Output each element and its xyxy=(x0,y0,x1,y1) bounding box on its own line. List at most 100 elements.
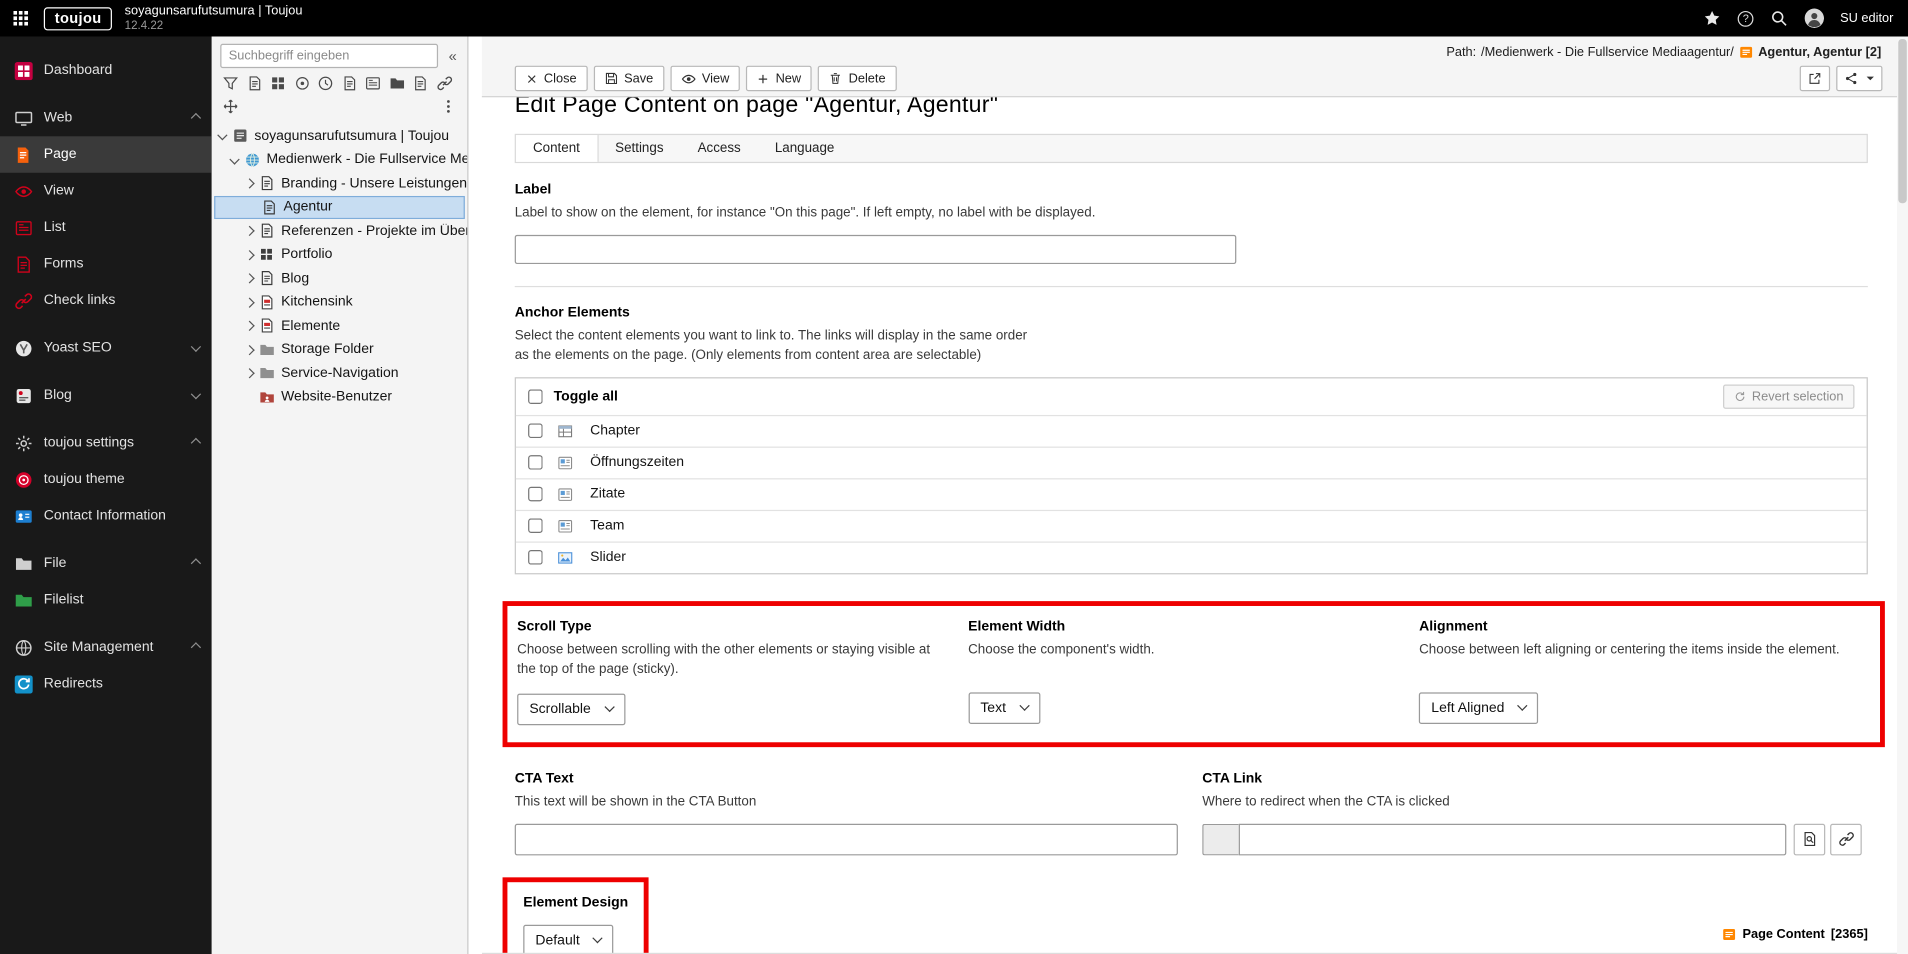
tree-node-kitchensink[interactable]: Kitchensink xyxy=(212,290,468,314)
record-browser-button[interactable] xyxy=(1793,823,1826,855)
tree-node-blog[interactable]: Blog xyxy=(212,266,468,290)
anchor-row[interactable]: Chapter xyxy=(515,414,1867,447)
revert-selection-button[interactable]: Revert selection xyxy=(1722,384,1855,409)
sidebar-item-filelist[interactable]: Filelist xyxy=(0,582,212,619)
sidebar-item-contact-information[interactable]: Contact Information xyxy=(0,498,212,535)
tab-language[interactable]: Language xyxy=(758,135,852,162)
anchor-row[interactable]: Slider xyxy=(515,541,1867,573)
tree-node-medienwerk[interactable]: Medienwerk - Die Fullservice Mediaagentu… xyxy=(212,148,467,172)
sidebar-item-file[interactable]: File xyxy=(0,545,212,582)
chevron-down-icon xyxy=(1019,700,1030,712)
tree-node-portfolio[interactable]: Portfolio xyxy=(212,243,468,267)
tree-node-branding[interactable]: Branding - Unsere Leistungen xyxy=(212,172,468,196)
expand-icon[interactable] xyxy=(243,226,255,236)
tab-settings[interactable]: Settings xyxy=(598,135,680,162)
sidebar-item-forms[interactable]: Forms xyxy=(0,246,212,283)
bookmark-star-icon[interactable] xyxy=(1703,9,1722,28)
open-in-new-window-button[interactable] xyxy=(1799,65,1831,92)
tab-content[interactable]: Content xyxy=(515,135,599,162)
sidebar-item-blog[interactable]: Blog xyxy=(0,377,212,414)
sidebar-item-check-links[interactable]: Check links xyxy=(0,282,212,319)
panel-splitter[interactable] xyxy=(468,36,482,954)
anchor-row-checkbox[interactable] xyxy=(528,518,543,534)
sidebar-item-toujou-theme[interactable]: toujou theme xyxy=(0,461,212,498)
sidebar-item-web[interactable]: Web xyxy=(0,100,212,137)
alignment-select[interactable]: Left Aligned xyxy=(1419,692,1539,724)
expand-icon[interactable] xyxy=(217,130,229,140)
tree-node-storage-folder[interactable]: Storage Folder xyxy=(212,338,468,362)
sidebar-item-yoast-seo[interactable]: Yoast SEO xyxy=(0,330,212,367)
delete-button[interactable]: Delete xyxy=(818,65,897,92)
expand-icon[interactable] xyxy=(243,249,255,260)
sidebar-item-site-management[interactable]: Site Management xyxy=(0,629,212,666)
vertical-scrollbar[interactable] xyxy=(1897,36,1908,954)
module-menu-toggle-button[interactable] xyxy=(0,0,41,37)
anchor-row[interactable]: Öffnungszeiten xyxy=(515,446,1867,478)
new-page-icon[interactable] xyxy=(246,75,262,91)
new-button[interactable]: New xyxy=(746,65,813,92)
doc-header: Path: /Medienwerk - Die Fullservice Medi… xyxy=(481,36,1908,98)
note-icon[interactable] xyxy=(413,75,429,91)
chevron-down-icon xyxy=(190,388,202,399)
grid-icon[interactable] xyxy=(270,75,286,91)
share-button[interactable] xyxy=(1836,65,1883,92)
expand-icon[interactable] xyxy=(243,178,255,189)
sidebar-item-redirects[interactable]: Redirects xyxy=(0,666,212,703)
clock-icon[interactable] xyxy=(318,75,334,91)
toggle-all-checkbox[interactable] xyxy=(528,389,543,404)
drag-handle-icon[interactable] xyxy=(223,99,239,115)
tree-search-input[interactable] xyxy=(220,43,439,69)
sidebar-item-page[interactable]: Page xyxy=(0,136,212,173)
tree-node-service-navigation[interactable]: Service-Navigation xyxy=(212,361,468,385)
funnel-icon[interactable] xyxy=(223,75,239,91)
field-scroll-type: Scroll Type Choose between scrolling wit… xyxy=(517,619,968,725)
anchor-row-checkbox[interactable] xyxy=(528,487,543,502)
tree-node-elemente[interactable]: Elemente xyxy=(212,314,468,338)
tree-toolbar xyxy=(212,73,468,96)
sidebar-item-toujou-settings[interactable]: toujou settings xyxy=(0,425,212,462)
scrollbar-thumb[interactable] xyxy=(1898,38,1907,204)
link-browser-button[interactable] xyxy=(1830,823,1862,855)
avatar[interactable] xyxy=(1805,9,1824,28)
cta-text-input[interactable] xyxy=(514,823,1178,855)
blog-icon xyxy=(12,385,34,407)
tree-node-root[interactable]: soyagunsarufutsumura | Toujou xyxy=(212,124,468,148)
anchor-row-checkbox[interactable] xyxy=(528,423,543,439)
element-width-select[interactable]: Text xyxy=(968,692,1041,724)
view-button[interactable]: View xyxy=(670,65,741,92)
tree-menu-kebab-icon[interactable] xyxy=(440,99,456,115)
tree-node-website-benutzer[interactable]: Website-Benutzer xyxy=(212,385,468,409)
close-button[interactable]: Close xyxy=(514,65,588,92)
expand-icon[interactable] xyxy=(243,273,255,284)
expand-icon[interactable] xyxy=(229,153,241,164)
tree-node-agentur[interactable]: Agentur xyxy=(214,195,465,220)
tab-bar: Content Settings Access Language xyxy=(514,133,1868,164)
card-icon[interactable] xyxy=(365,75,381,91)
anchor-row[interactable]: Zitate xyxy=(515,477,1867,510)
search-icon[interactable] xyxy=(1770,9,1789,28)
collapse-tree-icon[interactable]: « xyxy=(443,47,462,64)
document-icon[interactable] xyxy=(341,75,357,91)
anchor-row-checkbox[interactable] xyxy=(528,455,543,471)
scroll-type-select[interactable]: Scrollable xyxy=(517,693,625,725)
target-icon[interactable] xyxy=(294,75,310,91)
help-icon[interactable]: ? xyxy=(1737,10,1754,27)
toujou-logo[interactable]: toujou xyxy=(43,6,113,30)
folder-icon[interactable] xyxy=(389,75,405,91)
expand-icon[interactable] xyxy=(243,368,255,378)
sidebar-item-view[interactable]: View xyxy=(0,173,212,210)
sidebar-item-list[interactable]: List xyxy=(0,209,212,246)
anchor-row[interactable]: Team xyxy=(515,509,1867,542)
cta-link-input[interactable] xyxy=(1238,823,1787,855)
tree-node-referenzen[interactable]: Referenzen - Projekte im Überblick xyxy=(212,219,467,243)
expand-icon[interactable] xyxy=(243,297,255,307)
tab-access[interactable]: Access xyxy=(681,135,758,162)
element-design-select[interactable]: Default xyxy=(523,924,614,954)
link-icon[interactable] xyxy=(436,75,452,91)
expand-icon[interactable] xyxy=(243,344,255,355)
sidebar-item-dashboard[interactable]: Dashboard xyxy=(0,52,212,89)
save-button[interactable]: Save xyxy=(593,65,665,92)
anchor-row-checkbox[interactable] xyxy=(528,550,543,565)
label-input[interactable] xyxy=(514,234,1237,264)
expand-icon[interactable] xyxy=(243,321,255,331)
